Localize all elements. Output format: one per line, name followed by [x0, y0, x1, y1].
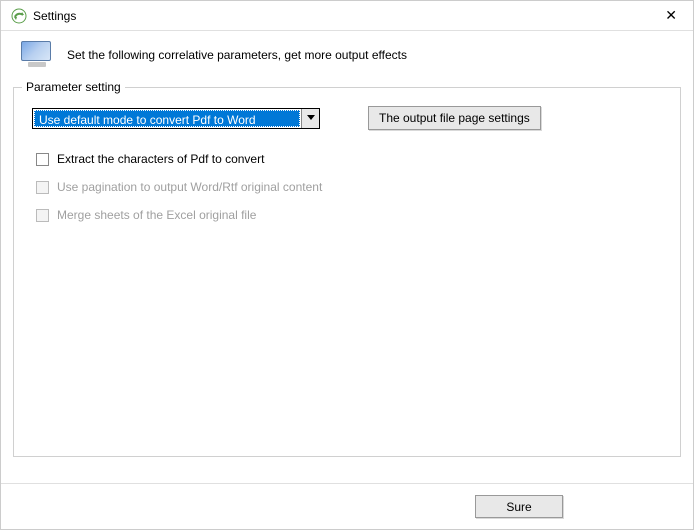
checkbox-label: Extract the characters of Pdf to convert [57, 152, 264, 166]
checkbox-label: Merge sheets of the Excel original file [57, 208, 256, 222]
mode-dropdown-selected: Use default mode to convert Pdf to Word [34, 110, 300, 127]
window-title: Settings [33, 9, 76, 23]
groupbox-legend: Parameter setting [22, 80, 125, 94]
app-icon [11, 8, 27, 24]
footer: Sure [1, 483, 693, 529]
parameter-groupbox: Parameter setting Use default mode to co… [13, 87, 681, 457]
checkbox-pagination [36, 181, 49, 194]
close-button[interactable]: ✕ [657, 3, 685, 28]
sure-button[interactable]: Sure [475, 495, 563, 518]
chevron-down-icon[interactable] [301, 109, 319, 128]
checkbox-label: Use pagination to output Word/Rtf origin… [57, 180, 322, 194]
checkbox-merge-sheets [36, 209, 49, 222]
checkbox-row-merge-sheets: Merge sheets of the Excel original file [32, 208, 662, 222]
mode-dropdown[interactable]: Use default mode to convert Pdf to Word [32, 108, 320, 129]
checkbox-extract[interactable] [36, 153, 49, 166]
monitor-icon [21, 41, 53, 69]
output-page-settings-button[interactable]: The output file page settings [368, 106, 541, 130]
header-description: Set the following correlative parameters… [67, 48, 407, 62]
checkbox-row-extract[interactable]: Extract the characters of Pdf to convert [32, 152, 662, 166]
checkbox-row-pagination: Use pagination to output Word/Rtf origin… [32, 180, 662, 194]
titlebar: Settings ✕ [1, 1, 693, 31]
header-area: Set the following correlative parameters… [1, 31, 693, 87]
